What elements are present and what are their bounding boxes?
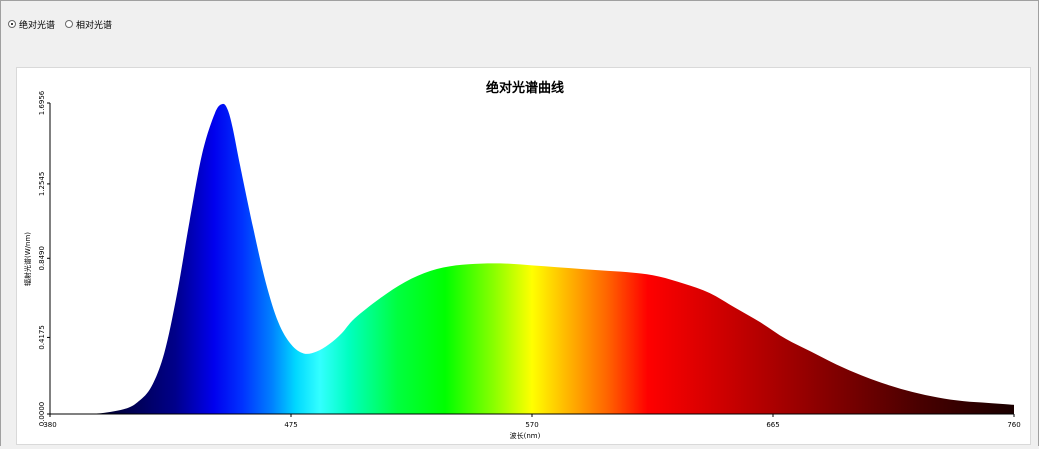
- y-axis-ticks: 0.0000 0.4175 0.8490 1.2545 1.6956: [38, 90, 50, 426]
- spectrum-area: [50, 103, 1014, 414]
- radio-dot-icon[interactable]: [8, 20, 16, 28]
- x-tick-label: 760: [1007, 421, 1020, 429]
- x-tick-label: 665: [766, 421, 779, 429]
- spectrum-chart: 绝对光谱曲线 380 475 570 665 760 0.00000.41750.849…: [23, 80, 1021, 440]
- spectrum-mode-radio-group: 绝对光谱 相对光谱: [8, 17, 112, 31]
- absolute-spectrum-radio[interactable]: 绝对光谱: [8, 18, 55, 31]
- y-axis-title: 辐射光谱(W/nm): [23, 232, 32, 286]
- x-axis-title: 波长(nm): [510, 431, 541, 440]
- relative-spectrum-radio[interactable]: 相对光谱: [65, 18, 112, 31]
- x-tick-label: 570: [525, 421, 538, 429]
- x-axis-ticks: 380 475 570 665 760: [43, 414, 1021, 429]
- y-tick-label: 1.6956: [38, 90, 46, 115]
- radio-dot-icon[interactable]: [65, 20, 74, 28]
- chart-title: 绝对光谱曲线: [486, 80, 564, 96]
- y-tick-label: 0.4175: [38, 325, 46, 350]
- radio-label: 相对光谱: [76, 20, 113, 31]
- y-tick-label: 1.2545: [38, 172, 46, 197]
- y-tick-label: 0.0000: [38, 402, 46, 427]
- chart-panel: 绝对光谱曲线 380 475 570 665 760 0.0000 0.4175 0.849…: [16, 67, 1031, 445]
- radio-label: 绝对光谱: [19, 20, 56, 31]
- x-tick-label: 475: [284, 421, 297, 429]
- y-tick-label: 0.8490: [38, 246, 46, 271]
